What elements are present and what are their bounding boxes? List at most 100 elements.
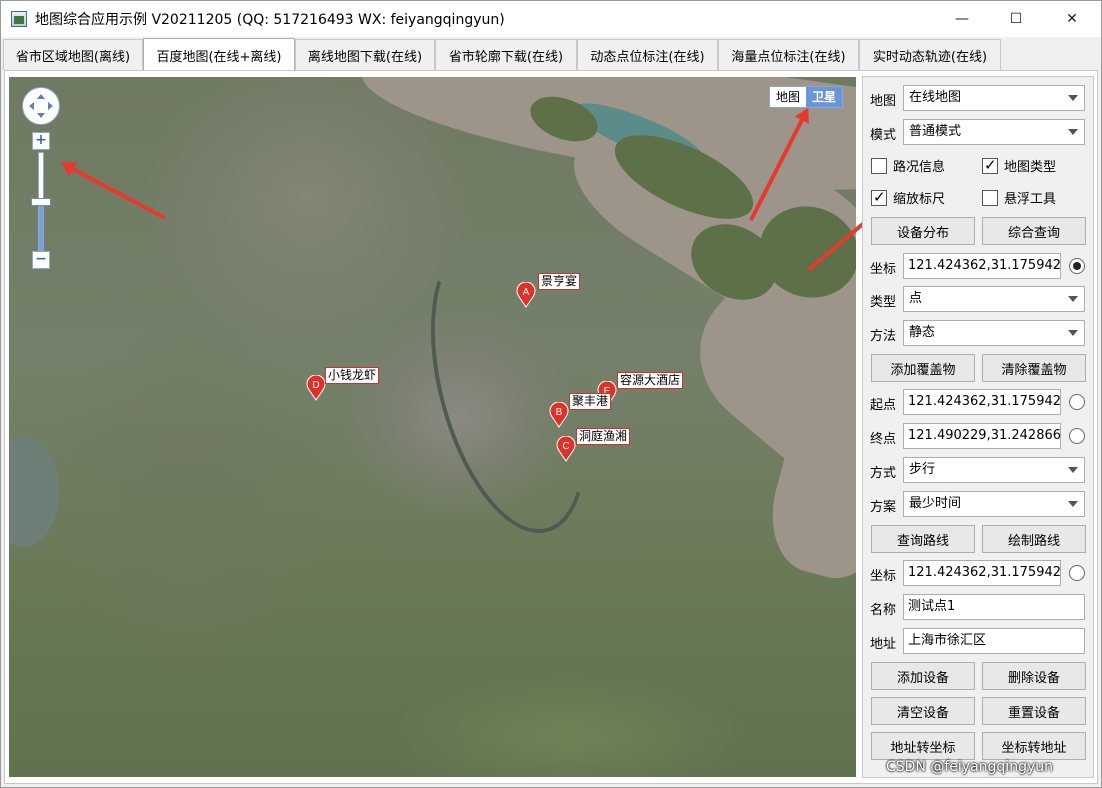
chevron-down-icon <box>1068 95 1078 101</box>
end-input[interactable]: 121.490229,31.242866 <box>903 423 1061 449</box>
delete-device-button[interactable]: 删除设备 <box>982 662 1086 690</box>
map-marker-pin[interactable]: B <box>549 401 569 428</box>
method-select[interactable]: 静态 <box>903 320 1085 346</box>
satellite-map[interactable] <box>9 77 856 777</box>
end-radio[interactable] <box>1069 428 1085 444</box>
select-value: 在线地图 <box>909 90 962 105</box>
add-device-button[interactable]: 添加设备 <box>871 662 975 690</box>
address-to-coord-button[interactable]: 地址转坐标 <box>871 732 975 760</box>
tab-realtime-track[interactable]: 实时动态轨迹(在线) <box>859 39 1001 70</box>
select-value: 最少时间 <box>909 496 962 511</box>
combined-query-button[interactable]: 综合查询 <box>982 217 1086 245</box>
tab-province-offline[interactable]: 省市区域地图(离线) <box>3 39 143 70</box>
map-pin-icon: B <box>549 401 569 428</box>
reset-devices-button[interactable]: 重置设备 <box>982 697 1086 725</box>
checkbox-box <box>871 188 887 206</box>
tab-baidu-map[interactable]: 百度地图(在线+离线) <box>143 38 295 71</box>
coord-to-address-button[interactable]: 坐标转地址 <box>982 732 1086 760</box>
chevron-down-icon <box>1068 296 1078 302</box>
tab-label: 省市轮廓下载(在线) <box>448 49 564 65</box>
address-input[interactable]: 上海市徐汇区 <box>903 628 1085 654</box>
map-source-label: 地图 <box>870 94 897 109</box>
start-radio[interactable] <box>1069 394 1085 410</box>
device-coord-input[interactable]: 121.424362,31.175942 <box>903 560 1061 586</box>
marker-label: 景亨宴 <box>538 273 581 290</box>
map-marker-pin[interactable]: A <box>516 281 536 308</box>
checkbox-box <box>871 157 887 174</box>
coord-label: 坐标 <box>870 262 897 277</box>
zoom-out-button[interactable]: − <box>32 251 50 269</box>
checkbox-label: 悬浮工具 <box>1004 192 1057 207</box>
method-label: 方法 <box>870 329 897 344</box>
plan-select[interactable]: 最少时间 <box>903 491 1085 517</box>
marker-label: 聚丰港 <box>569 393 612 410</box>
tab-dynamic-points[interactable]: 动态点位标注(在线) <box>577 39 718 70</box>
app-icon <box>11 11 27 27</box>
tab-offline-download[interactable]: 离线地图下载(在线) <box>295 39 435 70</box>
tab-mass-points[interactable]: 海量点位标注(在线) <box>718 39 859 70</box>
select-value: 静态 <box>909 325 936 340</box>
travel-mode-label: 方式 <box>870 466 897 481</box>
checkbox-box <box>982 156 998 174</box>
title-bar: 地图综合应用示例 V20211205 (QQ: 517216493 WX: fe… <box>1 1 1101 37</box>
address-label: 地址 <box>870 637 897 652</box>
chevron-down-icon <box>1068 501 1078 507</box>
select-value: 步行 <box>909 462 936 477</box>
start-input[interactable]: 121.424362,31.175942 <box>903 389 1061 415</box>
clear-overlay-button[interactable]: 清除覆盖物 <box>982 354 1086 382</box>
marker-letter: C <box>562 441 569 452</box>
map-pan-control[interactable] <box>22 87 60 125</box>
minimize-button[interactable]: — <box>939 1 985 37</box>
add-overlay-button[interactable]: 添加覆盖物 <box>871 354 975 382</box>
coord-radio[interactable] <box>1069 258 1085 274</box>
mode-select[interactable]: 普通模式 <box>903 119 1085 145</box>
map-source-select[interactable]: 在线地图 <box>903 85 1085 111</box>
close-button[interactable]: ✕ <box>1049 1 1095 37</box>
zoom-in-button[interactable]: + <box>32 132 50 150</box>
name-label: 名称 <box>870 603 897 618</box>
tab-label: 百度地图(在线+离线) <box>156 49 282 65</box>
chevron-down-icon <box>1068 330 1078 336</box>
clear-devices-button[interactable]: 清空设备 <box>871 697 975 725</box>
tab-label: 离线地图下载(在线) <box>307 49 423 65</box>
name-input[interactable]: 测试点1 <box>903 594 1085 620</box>
tab-outline-download[interactable]: 省市轮廓下载(在线) <box>435 39 577 70</box>
device-distribution-button[interactable]: 设备分布 <box>871 217 975 245</box>
zoom-slider-fill <box>39 202 43 251</box>
checkbox-label: 缩放标尺 <box>893 192 946 207</box>
query-route-button[interactable]: 查询路线 <box>871 525 975 553</box>
float-tools-checkbox[interactable]: 悬浮工具 <box>982 188 1056 207</box>
maptype-checkbox[interactable]: 地图类型 <box>982 156 1056 175</box>
coord-input[interactable]: 121.424362,31.175942 <box>903 253 1061 279</box>
chevron-down-icon <box>1068 129 1078 135</box>
chevron-down-icon <box>1068 467 1078 473</box>
traffic-checkbox[interactable]: 路况信息 <box>871 156 945 175</box>
select-value: 点 <box>909 291 923 306</box>
map-marker-pin[interactable]: D <box>306 374 326 401</box>
start-label: 起点 <box>870 398 897 413</box>
map-pin-icon: A <box>516 281 536 308</box>
map-type-satellite[interactable]: 卫星 <box>806 87 843 107</box>
tab-label: 省市区域地图(离线) <box>15 49 131 65</box>
checkbox-box <box>982 189 998 206</box>
checkbox-label: 地图类型 <box>1004 160 1057 175</box>
zoom-slider-handle[interactable] <box>31 198 51 206</box>
tab-bar: 省市区域地图(离线) 百度地图(在线+离线) 离线地图下载(在线) 省市轮廓下载… <box>1 38 1101 71</box>
window-title: 地图综合应用示例 V20211205 (QQ: 517216493 WX: fe… <box>35 12 505 28</box>
maximize-button[interactable]: ☐ <box>993 1 1039 37</box>
marker-letter: A <box>523 287 530 298</box>
draw-route-button[interactable]: 绘制路线 <box>982 525 1086 553</box>
map-marker-pin[interactable]: C <box>556 435 576 462</box>
pan-arrows-icon <box>29 94 53 118</box>
map-type-switch: 地图 卫星 <box>769 86 844 108</box>
device-coord-radio[interactable] <box>1069 565 1085 581</box>
select-value: 普通模式 <box>909 124 962 139</box>
scale-checkbox[interactable]: 缩放标尺 <box>871 188 945 207</box>
marker-label: 洞庭渔湘 <box>576 428 631 445</box>
end-label: 终点 <box>870 432 897 447</box>
overlay-type-select[interactable]: 点 <box>903 286 1085 312</box>
map-pin-icon: D <box>306 374 326 401</box>
travel-mode-select[interactable]: 步行 <box>903 457 1085 483</box>
plan-label: 方案 <box>870 500 897 515</box>
watermark: CSDN @feiyangqingyun <box>886 759 1053 775</box>
